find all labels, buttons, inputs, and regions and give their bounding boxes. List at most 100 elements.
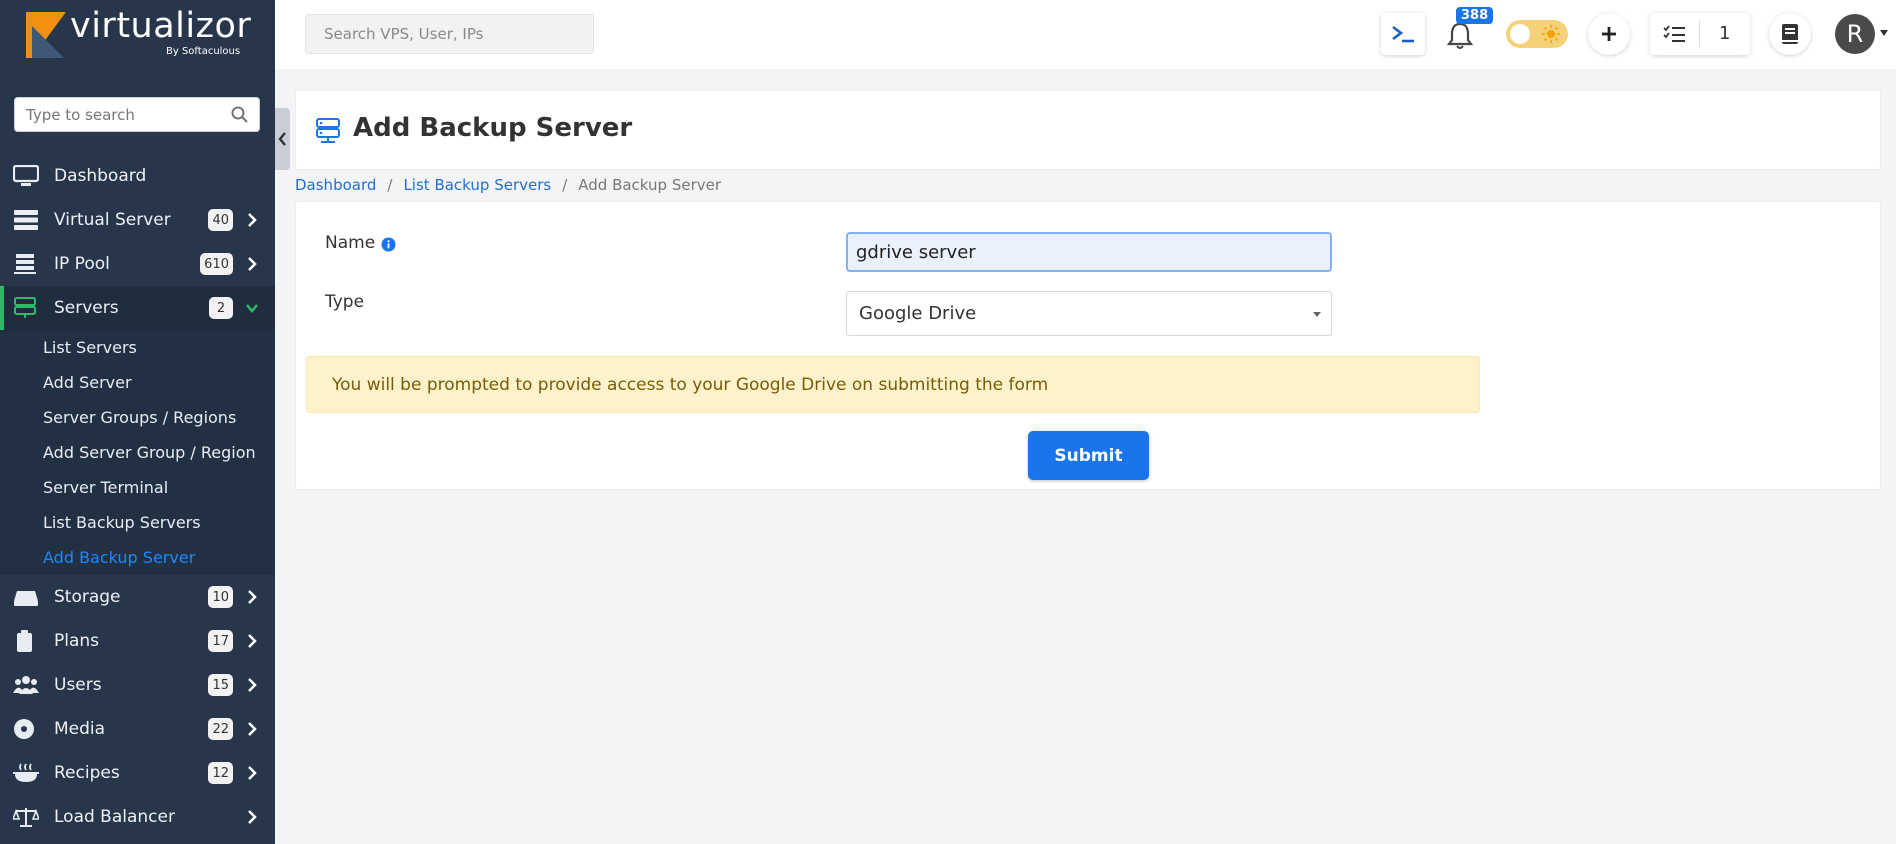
chevron-right-icon	[248, 590, 257, 604]
divider	[1699, 21, 1700, 47]
bell-icon[interactable]	[1447, 20, 1473, 50]
name-label: Name	[325, 233, 376, 253]
backup-server-icon	[316, 118, 340, 143]
sidebar-item-load-balancer[interactable]: Load Balancer	[0, 795, 275, 839]
storage-icon	[14, 591, 38, 606]
count-badge: 15	[208, 674, 233, 696]
breadcrumb-list-backup-servers[interactable]: List Backup Servers	[403, 176, 551, 194]
sidebar-item-label: IP Pool	[54, 254, 110, 274]
page-header: Add Backup Server	[295, 90, 1881, 170]
terminal-icon	[1392, 25, 1414, 43]
submenu-server-terminal[interactable]: Server Terminal	[0, 470, 275, 505]
sidebar-nav: Dashboard Virtual Server 40 IP Pool 610	[0, 154, 275, 839]
breadcrumb: Dashboard / List Backup Servers / Add Ba…	[295, 175, 721, 195]
toggle-knob	[1510, 24, 1530, 44]
submenu-add-backup-server[interactable]: Add Backup Server	[0, 540, 275, 575]
count-badge: 12	[208, 762, 233, 784]
breadcrumb-separator: /	[562, 176, 568, 194]
sidebar-item-media[interactable]: Media 22	[0, 707, 275, 751]
type-select[interactable]: Google Drive	[846, 291, 1332, 336]
page-title: Add Backup Server	[353, 113, 633, 143]
docs-button[interactable]	[1769, 13, 1811, 55]
logo-byline: By Softaculous	[166, 46, 241, 57]
caret-down-icon	[1313, 312, 1321, 317]
sidebar-item-ip-pool[interactable]: IP Pool 610	[0, 242, 275, 286]
sidebar-item-label: Users	[54, 675, 102, 695]
sidebar-item-label: Plans	[54, 631, 100, 651]
sidebar-item-label: Storage	[54, 587, 121, 607]
chevron-left-icon	[278, 132, 286, 146]
search-icon	[231, 106, 248, 123]
chevron-right-icon	[248, 257, 257, 271]
sidebar-collapse-toggle[interactable]	[275, 108, 290, 170]
sidebar-search-input[interactable]	[14, 97, 260, 132]
submenu-list-servers[interactable]: List Servers	[0, 330, 275, 365]
sidebar-item-label: Virtual Server	[54, 210, 171, 230]
count-badge: 10	[208, 586, 233, 608]
chevron-down-icon	[246, 304, 258, 313]
submenu-add-server-group[interactable]: Add Server Group / Region	[0, 435, 275, 470]
submenu-add-server[interactable]: Add Server	[0, 365, 275, 400]
logo-mark-icon	[26, 12, 66, 58]
breadcrumb-dashboard[interactable]: Dashboard	[295, 176, 376, 194]
avatar[interactable]: R	[1835, 14, 1875, 54]
count-badge: 22	[208, 718, 233, 740]
sidebar-item-plans[interactable]: Plans 17	[0, 619, 275, 663]
chevron-right-icon	[248, 722, 257, 736]
breadcrumb-separator: /	[387, 176, 393, 194]
count-badge: 40	[208, 209, 233, 231]
sidebar-item-label: Servers	[54, 298, 119, 318]
info-icon[interactable]	[381, 237, 396, 252]
submenu-list-backup-servers[interactable]: List Backup Servers	[0, 505, 275, 540]
sidebar-item-servers[interactable]: Servers 2	[0, 286, 275, 330]
sidebar-item-recipes[interactable]: Recipes 12	[0, 751, 275, 795]
global-search-input[interactable]	[305, 14, 594, 54]
servers-icon	[14, 297, 36, 318]
count-badge: 2	[209, 297, 233, 319]
name-input[interactable]	[846, 232, 1332, 272]
backup-server-form: Name Type Google Drive You will be promp…	[295, 201, 1881, 490]
submit-button[interactable]: Submit	[1028, 431, 1149, 480]
count-badge: 17	[208, 630, 233, 652]
logo-text: virtualizor	[70, 6, 252, 46]
notification-count-badge: 388	[1456, 7, 1494, 24]
chevron-right-icon	[248, 810, 257, 824]
sidebar-item-dashboard[interactable]: Dashboard	[0, 154, 275, 198]
sidebar-search	[14, 97, 260, 132]
monitor-icon	[13, 165, 39, 186]
ip-pool-icon	[14, 254, 36, 274]
type-selected-value: Google Drive	[859, 303, 977, 324]
servers-submenu: List Servers Add Server Server Groups / …	[0, 330, 275, 575]
add-button[interactable]	[1588, 13, 1630, 55]
theme-toggle[interactable]	[1506, 20, 1568, 48]
submenu-server-groups[interactable]: Server Groups / Regions	[0, 400, 275, 435]
count-badge: 610	[200, 253, 233, 275]
chevron-right-icon	[248, 213, 257, 227]
caret-down-icon[interactable]	[1878, 26, 1890, 40]
sidebar-item-label: Media	[54, 719, 106, 739]
users-icon	[13, 676, 39, 694]
sidebar-item-storage[interactable]: Storage 10	[0, 575, 275, 619]
server-stack-icon	[14, 210, 38, 230]
book-icon	[1782, 24, 1798, 44]
recipe-icon	[13, 763, 39, 782]
chevron-right-icon	[248, 634, 257, 648]
sidebar-item-label: Load Balancer	[54, 807, 175, 827]
breadcrumb-current: Add Backup Server	[578, 176, 722, 194]
sidebar-item-virtual-server[interactable]: Virtual Server 40	[0, 198, 275, 242]
sidebar: virtualizor By Softaculous Dashboard Vir…	[0, 0, 275, 844]
balance-icon	[13, 808, 39, 827]
topbar: 388 1	[275, 0, 1896, 69]
sidebar-item-label: Recipes	[54, 763, 120, 783]
virtualizor-logo[interactable]: virtualizor By Softaculous	[26, 6, 251, 63]
chevron-right-icon	[248, 678, 257, 692]
terminal-button[interactable]	[1381, 13, 1425, 55]
sidebar-item-label: Dashboard	[54, 166, 147, 186]
clipboard-icon	[17, 630, 32, 652]
tasks-button[interactable]: 1	[1650, 13, 1750, 55]
sun-icon	[1542, 25, 1560, 43]
google-drive-notice: You will be prompted to provide access t…	[306, 356, 1480, 413]
plus-icon	[1602, 27, 1616, 41]
sidebar-item-users[interactable]: Users 15	[0, 663, 275, 707]
chevron-right-icon	[248, 766, 257, 780]
